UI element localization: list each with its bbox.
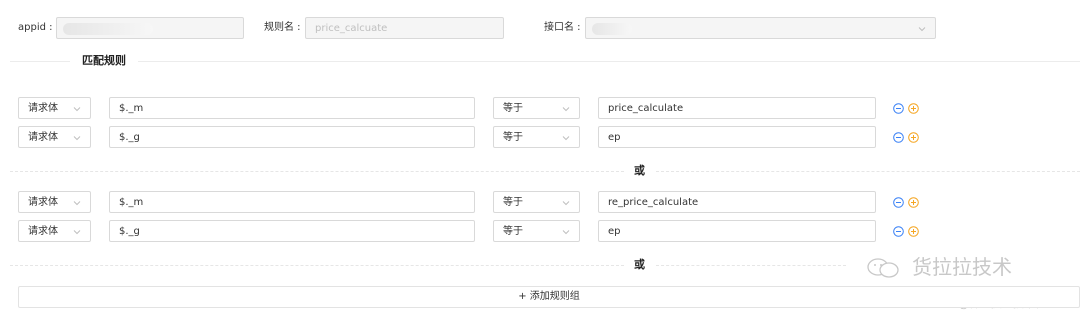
operator-select-value: 等于 xyxy=(503,197,523,208)
watermark-brand: 货拉拉技术 xyxy=(912,255,1012,279)
wechat-icon xyxy=(866,257,900,282)
value-input[interactable]: price_calculate xyxy=(598,97,876,119)
chevron-down-icon xyxy=(72,198,82,208)
interface-name-label: 接口名 : xyxy=(544,22,581,33)
operator-select[interactable]: 等于 xyxy=(493,220,580,242)
path-input-value: $._g xyxy=(119,226,140,237)
remove-rule-icon[interactable] xyxy=(893,103,904,114)
value-input-value: price_calculate xyxy=(608,103,684,114)
or-separator: 或 xyxy=(634,164,645,177)
divider-right xyxy=(138,61,1080,62)
appid-label: appid : xyxy=(18,22,53,33)
or-separator: 或 xyxy=(634,258,645,271)
path-input[interactable]: $._g xyxy=(109,126,475,148)
or-divider-left xyxy=(10,171,624,172)
rule-name-value: price_calcuate xyxy=(315,23,388,34)
operator-select-value: 等于 xyxy=(503,132,523,143)
source-select-value: 请求体 xyxy=(28,197,58,208)
chevron-down-icon xyxy=(561,133,571,143)
value-input-value: re_price_calculate xyxy=(608,197,699,208)
chevron-down-icon xyxy=(561,104,571,114)
chevron-down-icon xyxy=(72,133,82,143)
divider-left xyxy=(10,61,70,62)
path-input[interactable]: $._m xyxy=(109,97,475,119)
path-input-value: $._m xyxy=(119,103,144,114)
match-rules-title: 匹配规则 xyxy=(82,54,126,67)
path-input-value: $._g xyxy=(119,132,140,143)
source-select[interactable]: 请求体 xyxy=(18,97,91,119)
operator-select[interactable]: 等于 xyxy=(493,126,580,148)
or-divider-right xyxy=(656,171,1080,172)
add-rule-group-label: + 添加规则组 xyxy=(518,291,580,302)
add-rule-icon[interactable] xyxy=(908,103,919,114)
operator-select-value: 等于 xyxy=(503,103,523,114)
operator-select[interactable]: 等于 xyxy=(493,97,580,119)
rule-name-field[interactable]: price_calcuate xyxy=(305,17,504,39)
source-select-value: 请求体 xyxy=(28,132,58,143)
add-rule-icon[interactable] xyxy=(908,197,919,208)
path-input-value: $._m xyxy=(119,197,144,208)
path-input[interactable]: $._g xyxy=(109,220,475,242)
value-input[interactable]: ep xyxy=(598,220,876,242)
add-rule-icon[interactable] xyxy=(908,226,919,237)
value-input-value: ep xyxy=(608,226,621,237)
source-select[interactable]: 请求体 xyxy=(18,220,91,242)
chevron-down-icon xyxy=(72,227,82,237)
remove-rule-icon[interactable] xyxy=(893,226,904,237)
value-input[interactable]: re_price_calculate xyxy=(598,191,876,213)
source-select-value: 请求体 xyxy=(28,226,58,237)
chevron-down-icon xyxy=(561,227,571,237)
rule-name-label: 规则名 : xyxy=(264,22,301,33)
remove-rule-icon[interactable] xyxy=(893,197,904,208)
chevron-down-icon xyxy=(917,24,927,34)
blurred-value xyxy=(592,23,632,35)
appid-field[interactable] xyxy=(56,17,244,39)
or-divider-right xyxy=(656,265,846,266)
source-select[interactable]: 请求体 xyxy=(18,126,91,148)
remove-rule-icon[interactable] xyxy=(893,132,904,143)
operator-select-value: 等于 xyxy=(503,226,523,237)
path-input[interactable]: $._m xyxy=(109,191,475,213)
value-input[interactable]: ep xyxy=(598,126,876,148)
source-select[interactable]: 请求体 xyxy=(18,191,91,213)
chevron-down-icon xyxy=(72,104,82,114)
add-rule-group-button[interactable]: + 添加规则组 xyxy=(18,286,1080,308)
value-input-value: ep xyxy=(608,132,621,143)
interface-name-select[interactable] xyxy=(585,17,936,39)
source-select-value: 请求体 xyxy=(28,103,58,114)
blurred-value xyxy=(63,23,153,35)
operator-select[interactable]: 等于 xyxy=(493,191,580,213)
add-rule-icon[interactable] xyxy=(908,132,919,143)
or-divider-left xyxy=(10,265,624,266)
chevron-down-icon xyxy=(561,198,571,208)
